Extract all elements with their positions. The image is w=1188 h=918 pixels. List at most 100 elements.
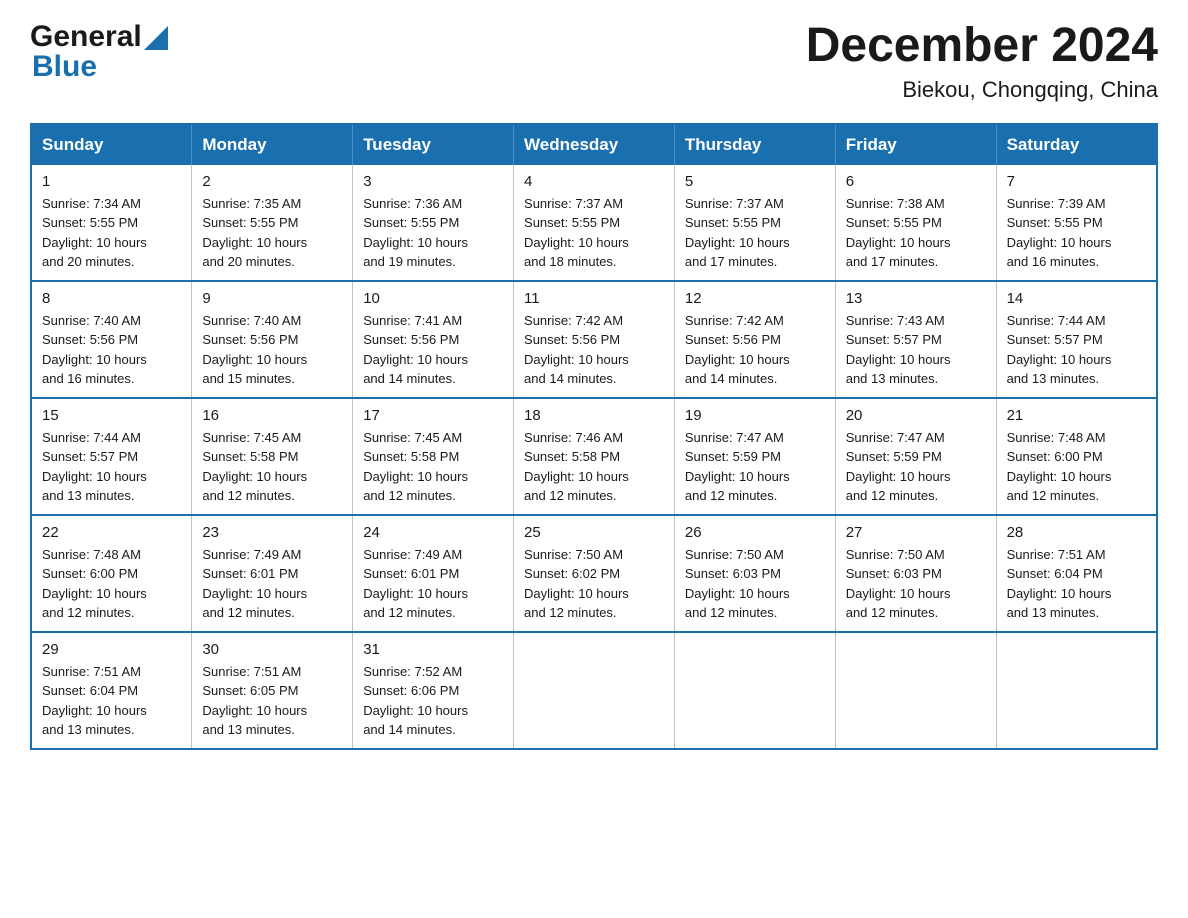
calendar-cell: 10 Sunrise: 7:41 AM Sunset: 5:56 PM Dayl… (353, 281, 514, 398)
day-info: Sunrise: 7:50 AM Sunset: 6:03 PM Dayligh… (685, 545, 825, 623)
day-number: 23 (202, 524, 342, 541)
calendar-week-4: 22 Sunrise: 7:48 AM Sunset: 6:00 PM Dayl… (31, 515, 1157, 632)
calendar-cell: 12 Sunrise: 7:42 AM Sunset: 5:56 PM Dayl… (674, 281, 835, 398)
calendar-cell: 4 Sunrise: 7:37 AM Sunset: 5:55 PM Dayli… (514, 165, 675, 281)
day-number: 21 (1007, 407, 1146, 424)
page-header: General Blue December 2024 Biekou, Chong… (30, 20, 1158, 103)
day-number: 16 (202, 407, 342, 424)
day-number: 30 (202, 641, 342, 658)
calendar-cell: 26 Sunrise: 7:50 AM Sunset: 6:03 PM Dayl… (674, 515, 835, 632)
day-info: Sunrise: 7:42 AM Sunset: 5:56 PM Dayligh… (524, 311, 664, 389)
day-info: Sunrise: 7:37 AM Sunset: 5:55 PM Dayligh… (685, 194, 825, 272)
day-info: Sunrise: 7:45 AM Sunset: 5:58 PM Dayligh… (363, 428, 503, 506)
day-info: Sunrise: 7:50 AM Sunset: 6:03 PM Dayligh… (846, 545, 986, 623)
calendar-week-3: 15 Sunrise: 7:44 AM Sunset: 5:57 PM Dayl… (31, 398, 1157, 515)
day-info: Sunrise: 7:51 AM Sunset: 6:04 PM Dayligh… (1007, 545, 1146, 623)
calendar-cell (514, 632, 675, 749)
calendar-cell: 29 Sunrise: 7:51 AM Sunset: 6:04 PM Dayl… (31, 632, 192, 749)
day-info: Sunrise: 7:37 AM Sunset: 5:55 PM Dayligh… (524, 194, 664, 272)
calendar-cell: 17 Sunrise: 7:45 AM Sunset: 5:58 PM Dayl… (353, 398, 514, 515)
day-number: 1 (42, 173, 181, 190)
day-number: 6 (846, 173, 986, 190)
logo-top: General (30, 20, 168, 54)
calendar-week-2: 8 Sunrise: 7:40 AM Sunset: 5:56 PM Dayli… (31, 281, 1157, 398)
day-number: 7 (1007, 173, 1146, 190)
day-number: 11 (524, 290, 664, 307)
day-number: 2 (202, 173, 342, 190)
weekday-header-sunday: Sunday (31, 124, 192, 165)
calendar-cell: 30 Sunrise: 7:51 AM Sunset: 6:05 PM Dayl… (192, 632, 353, 749)
day-number: 3 (363, 173, 503, 190)
calendar-cell: 27 Sunrise: 7:50 AM Sunset: 6:03 PM Dayl… (835, 515, 996, 632)
day-info: Sunrise: 7:47 AM Sunset: 5:59 PM Dayligh… (846, 428, 986, 506)
calendar-cell: 9 Sunrise: 7:40 AM Sunset: 5:56 PM Dayli… (192, 281, 353, 398)
calendar-cell: 11 Sunrise: 7:42 AM Sunset: 5:56 PM Dayl… (514, 281, 675, 398)
weekday-header-tuesday: Tuesday (353, 124, 514, 165)
calendar-cell: 5 Sunrise: 7:37 AM Sunset: 5:55 PM Dayli… (674, 165, 835, 281)
day-info: Sunrise: 7:40 AM Sunset: 5:56 PM Dayligh… (202, 311, 342, 389)
calendar-cell: 28 Sunrise: 7:51 AM Sunset: 6:04 PM Dayl… (996, 515, 1157, 632)
day-number: 5 (685, 173, 825, 190)
day-info: Sunrise: 7:41 AM Sunset: 5:56 PM Dayligh… (363, 311, 503, 389)
weekday-header-monday: Monday (192, 124, 353, 165)
day-info: Sunrise: 7:39 AM Sunset: 5:55 PM Dayligh… (1007, 194, 1146, 272)
calendar-cell: 8 Sunrise: 7:40 AM Sunset: 5:56 PM Dayli… (31, 281, 192, 398)
calendar-cell: 15 Sunrise: 7:44 AM Sunset: 5:57 PM Dayl… (31, 398, 192, 515)
calendar-cell: 6 Sunrise: 7:38 AM Sunset: 5:55 PM Dayli… (835, 165, 996, 281)
day-info: Sunrise: 7:40 AM Sunset: 5:56 PM Dayligh… (42, 311, 181, 389)
day-number: 14 (1007, 290, 1146, 307)
weekday-header-thursday: Thursday (674, 124, 835, 165)
month-title: December 2024 (806, 20, 1158, 73)
day-info: Sunrise: 7:42 AM Sunset: 5:56 PM Dayligh… (685, 311, 825, 389)
calendar-cell (835, 632, 996, 749)
calendar-cell: 18 Sunrise: 7:46 AM Sunset: 5:58 PM Dayl… (514, 398, 675, 515)
weekday-header-friday: Friday (835, 124, 996, 165)
calendar-cell: 1 Sunrise: 7:34 AM Sunset: 5:55 PM Dayli… (31, 165, 192, 281)
day-info: Sunrise: 7:48 AM Sunset: 6:00 PM Dayligh… (42, 545, 181, 623)
day-info: Sunrise: 7:48 AM Sunset: 6:00 PM Dayligh… (1007, 428, 1146, 506)
day-number: 26 (685, 524, 825, 541)
day-number: 24 (363, 524, 503, 541)
day-number: 8 (42, 290, 181, 307)
weekday-header-wednesday: Wednesday (514, 124, 675, 165)
day-number: 27 (846, 524, 986, 541)
location-title: Biekou, Chongqing, China (806, 77, 1158, 103)
day-info: Sunrise: 7:38 AM Sunset: 5:55 PM Dayligh… (846, 194, 986, 272)
day-number: 28 (1007, 524, 1146, 541)
calendar-cell (674, 632, 835, 749)
weekday-header-saturday: Saturday (996, 124, 1157, 165)
day-number: 17 (363, 407, 503, 424)
calendar-week-5: 29 Sunrise: 7:51 AM Sunset: 6:04 PM Dayl… (31, 632, 1157, 749)
calendar-cell (996, 632, 1157, 749)
calendar-cell: 13 Sunrise: 7:43 AM Sunset: 5:57 PM Dayl… (835, 281, 996, 398)
day-info: Sunrise: 7:51 AM Sunset: 6:05 PM Dayligh… (202, 662, 342, 740)
calendar-table: SundayMondayTuesdayWednesdayThursdayFrid… (30, 123, 1158, 750)
day-number: 12 (685, 290, 825, 307)
calendar-cell: 3 Sunrise: 7:36 AM Sunset: 5:55 PM Dayli… (353, 165, 514, 281)
day-number: 18 (524, 407, 664, 424)
day-info: Sunrise: 7:46 AM Sunset: 5:58 PM Dayligh… (524, 428, 664, 506)
calendar-cell: 31 Sunrise: 7:52 AM Sunset: 6:06 PM Dayl… (353, 632, 514, 749)
logo-blue-text: Blue (32, 50, 97, 84)
day-number: 20 (846, 407, 986, 424)
calendar-cell: 21 Sunrise: 7:48 AM Sunset: 6:00 PM Dayl… (996, 398, 1157, 515)
day-info: Sunrise: 7:35 AM Sunset: 5:55 PM Dayligh… (202, 194, 342, 272)
day-number: 10 (363, 290, 503, 307)
calendar-cell: 7 Sunrise: 7:39 AM Sunset: 5:55 PM Dayli… (996, 165, 1157, 281)
day-info: Sunrise: 7:45 AM Sunset: 5:58 PM Dayligh… (202, 428, 342, 506)
day-info: Sunrise: 7:44 AM Sunset: 5:57 PM Dayligh… (1007, 311, 1146, 389)
day-number: 25 (524, 524, 664, 541)
day-info: Sunrise: 7:52 AM Sunset: 6:06 PM Dayligh… (363, 662, 503, 740)
calendar-cell: 2 Sunrise: 7:35 AM Sunset: 5:55 PM Dayli… (192, 165, 353, 281)
title-block: December 2024 Biekou, Chongqing, China (806, 20, 1158, 103)
day-info: Sunrise: 7:34 AM Sunset: 5:55 PM Dayligh… (42, 194, 181, 272)
day-number: 22 (42, 524, 181, 541)
calendar-cell: 25 Sunrise: 7:50 AM Sunset: 6:02 PM Dayl… (514, 515, 675, 632)
logo: General Blue (30, 20, 168, 84)
day-info: Sunrise: 7:50 AM Sunset: 6:02 PM Dayligh… (524, 545, 664, 623)
day-number: 15 (42, 407, 181, 424)
logo-general-text: General (30, 20, 142, 54)
calendar-cell: 24 Sunrise: 7:49 AM Sunset: 6:01 PM Dayl… (353, 515, 514, 632)
day-info: Sunrise: 7:51 AM Sunset: 6:04 PM Dayligh… (42, 662, 181, 740)
day-number: 19 (685, 407, 825, 424)
